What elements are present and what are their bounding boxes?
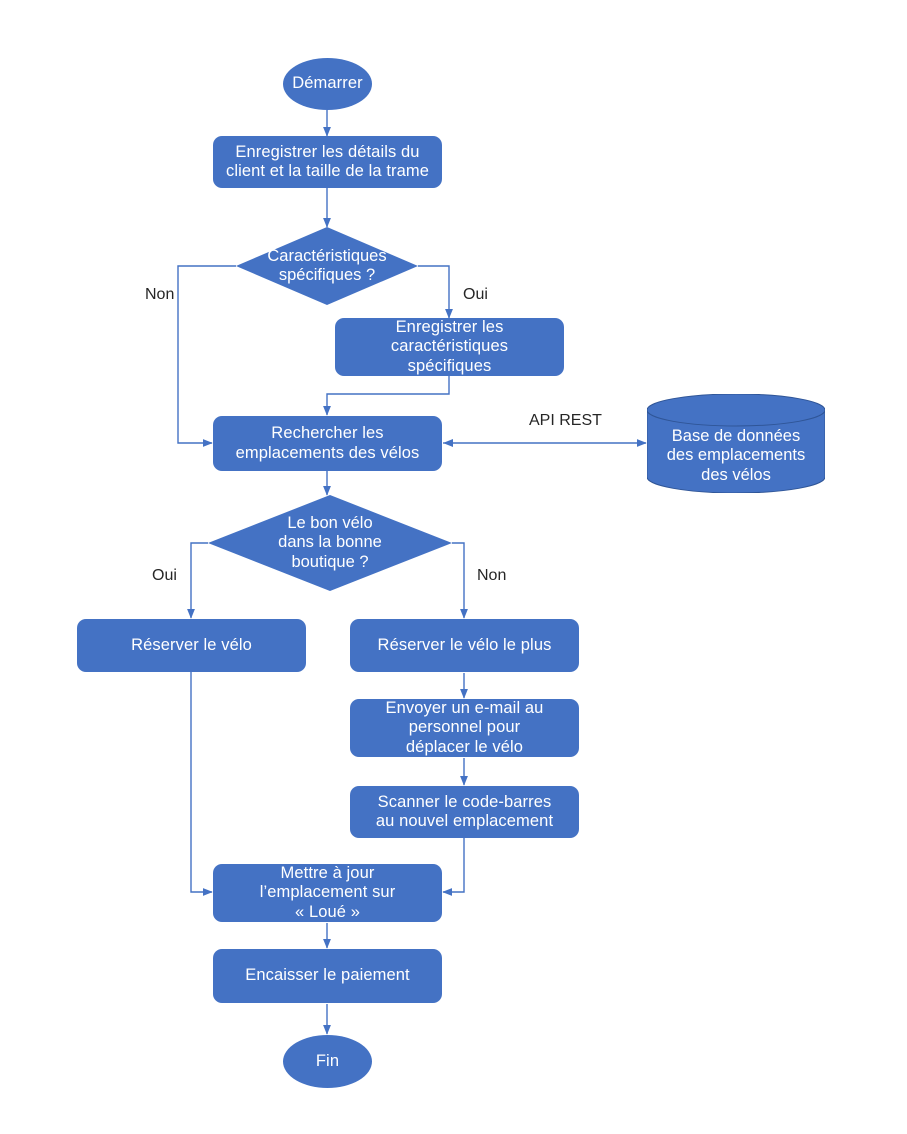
node-search-bike-locations[interactable]: Rechercher les emplacements des vélos xyxy=(213,416,442,471)
node-bike-location-database[interactable]: Base de données des emplacements des vél… xyxy=(647,394,825,493)
edge-reserve-to-update xyxy=(190,672,213,896)
node-collect-payment[interactable]: Encaisser le paiement xyxy=(213,949,442,1003)
node-email-staff-move-bike-label: Envoyer un e-mail au personnel pour dépl… xyxy=(385,698,544,756)
node-reserve-bike-label: Réserver le vélo xyxy=(131,635,252,654)
node-decision-right-bike-right-shop-label: Le bon vélo dans la bonne boutique ? xyxy=(278,514,382,571)
edge-bike-no-to-reserve2 xyxy=(452,542,468,619)
edge-scan-to-update xyxy=(442,838,465,896)
node-bike-location-database-label: Base de données des emplacements des vél… xyxy=(666,427,806,484)
arrowhead-database-to-search xyxy=(443,439,453,447)
node-collect-payment-label: Encaisser le paiement xyxy=(245,966,410,985)
node-save-specific-features[interactable]: Enregistrer les caractéristiques spécifi… xyxy=(335,318,564,376)
node-decision-specific-features-label: Caractéristiques spécifiques ? xyxy=(267,246,387,284)
node-scan-barcode[interactable]: Scanner le code-barres au nouvel emplace… xyxy=(350,786,579,838)
edge-specs-yes-to-save-specs xyxy=(418,265,453,319)
node-update-location-rented-label: Mettre à jour l’emplacement sur « Loué » xyxy=(259,863,396,921)
node-reserve-nearest-bike-label: Réserver le vélo le plus xyxy=(377,635,552,654)
node-end[interactable]: Fin xyxy=(283,1035,372,1088)
edge-label-specs-yes: Oui xyxy=(463,286,488,303)
edge-label-api-rest: API REST xyxy=(529,412,602,429)
node-start-label: Démarrer xyxy=(292,74,363,93)
node-search-bike-locations-label: Rechercher les emplacements des vélos xyxy=(235,424,420,462)
edge-save-specs-to-search xyxy=(323,376,450,416)
node-reserve-bike[interactable]: Réserver le vélo xyxy=(77,619,306,672)
node-save-specific-features-label: Enregistrer les caractéristiques spécifi… xyxy=(390,317,509,375)
connector-layer xyxy=(177,110,647,1035)
node-end-label: Fin xyxy=(315,1051,340,1070)
node-email-staff-move-bike[interactable]: Envoyer un e-mail au personnel pour dépl… xyxy=(350,699,579,757)
node-scan-barcode-label: Scanner le code-barres au nouvel emplace… xyxy=(375,792,554,830)
node-update-location-rented[interactable]: Mettre à jour l’emplacement sur « Loué » xyxy=(213,864,442,922)
node-decision-specific-features[interactable]: Caractéristiques spécifiques ? xyxy=(236,227,418,305)
node-reserve-nearest-bike[interactable]: Réserver le vélo le plus xyxy=(350,619,579,672)
node-record-customer-details[interactable]: Enregistrer les détails du client et la … xyxy=(213,136,442,188)
node-record-customer-details-label: Enregistrer les détails du client et la … xyxy=(225,142,430,180)
edge-label-specs-no: Non xyxy=(145,286,175,303)
edge-label-bike-no: Non xyxy=(477,567,507,584)
edge-label-bike-yes: Oui xyxy=(152,567,177,584)
node-start[interactable]: Démarrer xyxy=(283,58,372,110)
edge-bike-yes-to-reserve xyxy=(187,542,208,619)
node-decision-right-bike-right-shop[interactable]: Le bon vélo dans la bonne boutique ? xyxy=(208,495,452,591)
flowchart-canvas: Démarrer Enregistrer les détails du clie… xyxy=(0,0,907,1134)
